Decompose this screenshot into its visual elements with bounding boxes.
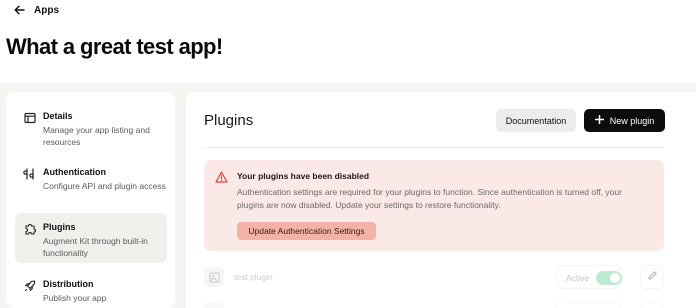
plugin-status [556, 302, 622, 308]
plugin-row: test plugin Active [204, 264, 664, 290]
sidebar-item-authentication[interactable]: Authentication Configure API and plugin … [15, 158, 167, 206]
edit-plugin-button[interactable] [640, 265, 664, 289]
header-divider [204, 147, 664, 148]
page-title: What a great test app! [6, 34, 223, 59]
authentication-icon [23, 167, 37, 181]
section-title: Plugins [204, 112, 254, 129]
rocket-icon [23, 279, 37, 293]
sidebar-item-title: Details [43, 111, 73, 121]
new-plugin-button[interactable]: New plugin [584, 109, 665, 132]
sidebar-item-description: Manage your app listing and resources [43, 125, 150, 147]
puzzle-icon [23, 222, 37, 236]
new-plugin-label: New plugin [609, 115, 655, 126]
sidebar-item-title: Authentication [43, 167, 106, 177]
alert-message: Authentication settings are required for… [237, 187, 622, 210]
arrow-left-icon [14, 5, 25, 15]
plugin-name: test plugin [234, 272, 273, 282]
details-icon [23, 111, 37, 125]
back-link-label: Apps [34, 4, 59, 16]
plus-icon [594, 114, 604, 126]
plugin-status-label: Active [566, 273, 590, 283]
plugin-status: Active [556, 265, 622, 289]
sidebar-item-distribution[interactable]: Distribution Publish your app [15, 270, 167, 308]
sidebar-item-description: Publish your app [43, 293, 107, 303]
edit-plugin-button[interactable] [640, 302, 664, 308]
pencil-icon [647, 268, 658, 286]
image-placeholder-icon [204, 302, 224, 308]
sidebar-item-plugins[interactable]: Plugins Augment Kit through built-in fun… [15, 213, 167, 263]
plugins-panel: Plugins Documentation New plugin Your pl… [186, 92, 696, 308]
toggle-knob [610, 273, 620, 283]
alert-title: Your plugins have been disabled [237, 171, 370, 181]
sidebar-item-title: Plugins [43, 222, 76, 232]
plugins-disabled-alert: Your plugins have been disabled Authenti… [204, 160, 664, 251]
documentation-button[interactable]: Documentation [496, 109, 576, 132]
sidebar-item-details[interactable]: Details Manage your app listing and reso… [15, 102, 167, 150]
back-to-apps-link[interactable]: Apps [14, 5, 59, 16]
warning-icon [215, 170, 228, 188]
image-placeholder-icon [204, 267, 224, 287]
sidebar-item-description: Configure API and plugin access [43, 181, 166, 191]
sidebar-item-title: Distribution [43, 279, 94, 289]
plugin-row-partial [204, 302, 664, 308]
sidebar-item-description: Augment Kit through built-in functionali… [43, 236, 148, 258]
plugin-active-toggle[interactable] [596, 271, 622, 285]
update-authentication-settings-button[interactable]: Update Authentication Settings [237, 222, 376, 240]
settings-sidebar: Details Manage your app listing and reso… [6, 92, 175, 308]
top-bar: Apps [14, 3, 59, 17]
